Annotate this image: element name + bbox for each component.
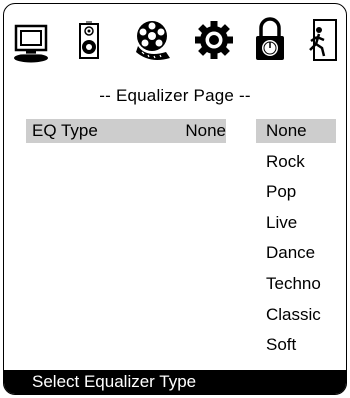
eq-type-label: EQ Type [32, 121, 98, 140]
eq-type-setting[interactable]: EQ Type None [26, 119, 226, 143]
film-reel-icon[interactable] [132, 14, 172, 66]
eq-option-none[interactable]: None [256, 119, 336, 143]
eq-option-classic[interactable]: Classic [256, 303, 336, 327]
equalizer-setup-window: -- Equalizer Page -- EQ Type None None R… [3, 3, 347, 395]
eq-option-techno[interactable]: Techno [256, 272, 336, 296]
status-bar: Select Equalizer Type [4, 370, 346, 394]
lock-icon[interactable] [250, 14, 290, 66]
eq-option-rock[interactable]: Rock [256, 150, 336, 174]
page-title: -- Equalizer Page -- [99, 86, 251, 105]
eq-option-pop[interactable]: Pop [256, 180, 336, 204]
eq-option-dance[interactable]: Dance [256, 241, 336, 265]
tv-icon[interactable] [12, 14, 52, 66]
gear-icon[interactable] [194, 14, 234, 66]
eq-option-soft[interactable]: Soft [256, 333, 336, 357]
eq-option-live[interactable]: Live [256, 211, 336, 235]
eq-options-list: None Rock Pop Live Dance Techno Classic … [256, 119, 336, 364]
setup-icon-toolbar [4, 4, 346, 80]
speaker-icon[interactable] [70, 14, 110, 66]
exit-icon[interactable] [302, 14, 342, 66]
eq-type-value: None [185, 121, 226, 140]
